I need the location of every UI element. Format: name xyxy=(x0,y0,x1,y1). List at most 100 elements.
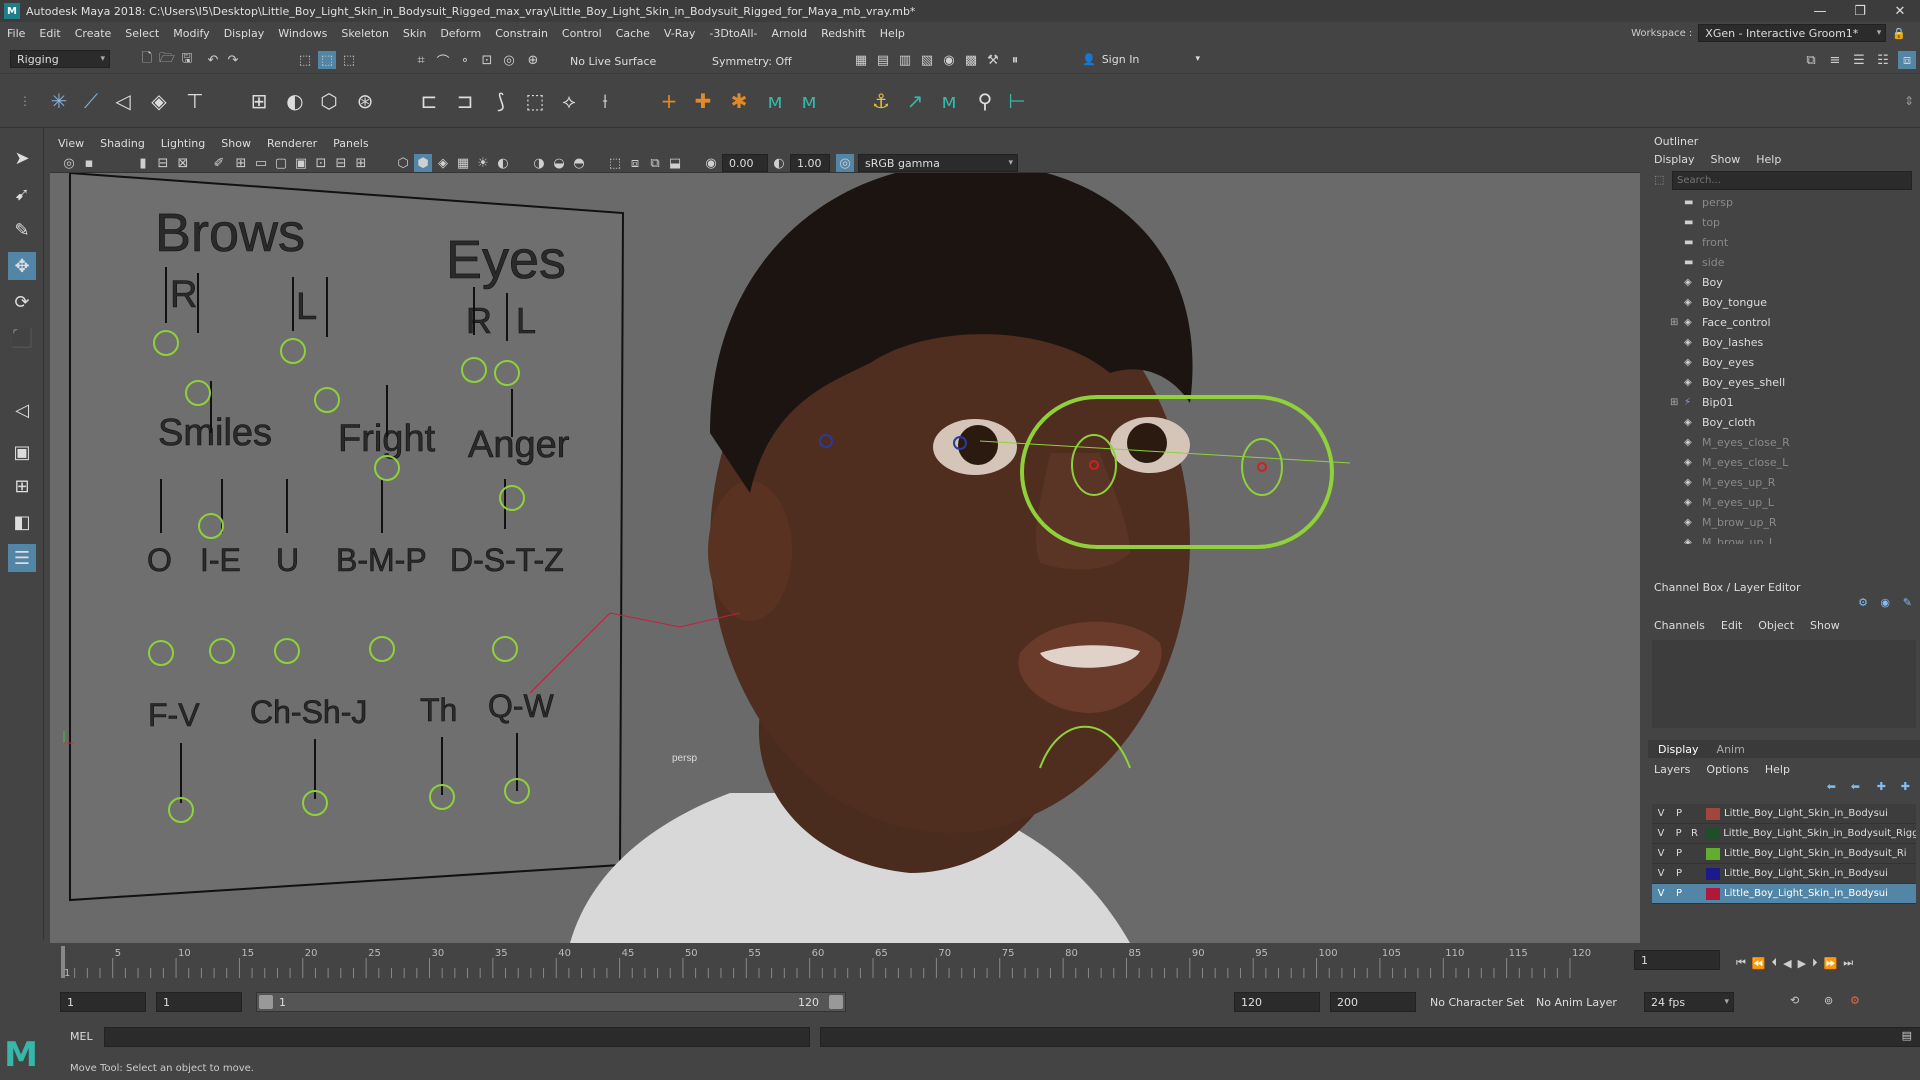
step-back-key-icon[interactable]: ⏪ xyxy=(1752,957,1766,970)
menu-redshift[interactable]: Redshift xyxy=(814,27,873,40)
expand-icon[interactable]: ⊞ xyxy=(1670,397,1678,408)
color-management-icon[interactable]: ◎ xyxy=(836,154,854,172)
outliner-item[interactable]: ◈ Boy_tongue xyxy=(1648,292,1920,312)
layer-visibility-toggle[interactable]: V xyxy=(1652,828,1670,839)
layer-tab-display[interactable]: Display xyxy=(1658,743,1699,756)
bookmark-icon[interactable]: ▮ xyxy=(134,154,152,172)
new-layer-selected-icon[interactable]: ✚ xyxy=(1901,780,1910,793)
grid-icon[interactable]: ⊞ xyxy=(232,154,250,172)
channel-box-icon-b[interactable]: ◉ xyxy=(1880,596,1890,609)
lattice-icon[interactable]: ✚ xyxy=(690,88,716,114)
motion-blur-icon[interactable]: ◒ xyxy=(550,154,568,172)
time-slider[interactable]: 1 5 10 15 20 25 30 35 40 45 50 55 60 65 70 75 80 85 90 95 10… xyxy=(50,944,1720,980)
wire-on-shaded-icon[interactable]: ◈ xyxy=(434,154,452,172)
animation-end-field[interactable]: 200 xyxy=(1330,992,1416,1012)
menu-arnold[interactable]: Arnold xyxy=(765,27,815,40)
layer-visibility-toggle[interactable]: V xyxy=(1652,848,1670,859)
film-gate-icon[interactable]: ▭ xyxy=(252,154,270,172)
command-input[interactable] xyxy=(104,1027,810,1047)
menu-set-dropdown[interactable]: Rigging xyxy=(10,50,110,68)
mirror-weights-icon[interactable]: ⊛ xyxy=(352,88,378,114)
playback-end-field[interactable]: 120 xyxy=(1234,992,1320,1012)
outliner-item[interactable]: ▬ front xyxy=(1648,232,1920,252)
menu-modify[interactable]: Modify xyxy=(166,27,216,40)
locator-icon[interactable]: ⚓ xyxy=(868,88,894,114)
2d-pan-icon[interactable]: ⊠ xyxy=(174,154,192,172)
layer-color-swatch[interactable] xyxy=(1706,887,1720,900)
menu-deform[interactable]: Deform xyxy=(433,27,488,40)
point-constraint-icon[interactable]: ⊏ xyxy=(416,88,442,114)
layer-row[interactable]: V P Little_Boy_Light_Skin_in_Bodysui xyxy=(1652,864,1916,884)
select-component-icon[interactable]: ⬚ xyxy=(340,51,358,69)
render-view-icon[interactable]: ▩ xyxy=(962,51,980,69)
exposure-field[interactable]: 0.00 xyxy=(722,154,768,172)
outliner-menu-help[interactable]: Help xyxy=(1756,153,1781,166)
select-joint-icon[interactable]: ⚲ xyxy=(972,88,998,114)
eye-l-aim-control[interactable] xyxy=(1241,438,1283,496)
outliner-item[interactable]: ◈ Boy_eyes xyxy=(1648,352,1920,372)
sign-in-button[interactable]: 👤 Sign In ▾ xyxy=(1082,50,1200,68)
go-to-start-icon[interactable]: ⏮ xyxy=(1736,956,1746,970)
parent-constraint-icon[interactable]: ⟡ xyxy=(556,88,582,114)
layer-reference-toggle[interactable]: R xyxy=(1688,828,1702,839)
layer-row[interactable]: V P Little_Boy_Light_Skin_in_Bodysuit_Ri xyxy=(1652,844,1916,864)
step-forward-key-icon[interactable]: ⏩ xyxy=(1824,957,1838,970)
snap-grid-icon[interactable]: ⌗ xyxy=(412,51,430,69)
pause-render-icon[interactable]: ⏸ xyxy=(1006,51,1024,69)
loop-icon[interactable]: ⟲ xyxy=(1790,994,1799,1007)
hik-icon[interactable]: ⊢ xyxy=(1004,88,1030,114)
outliner-item[interactable]: ⊞ ⚡ Bip01 xyxy=(1648,392,1920,412)
blend-shape-icon[interactable]: ᴍ xyxy=(762,88,788,114)
vp-menu-renderer[interactable]: Renderer xyxy=(259,137,325,150)
create-joint-icon[interactable]: ✳ xyxy=(46,88,72,114)
mirror-joint-icon[interactable]: ◈ xyxy=(146,88,172,114)
layer-playback-toggle[interactable]: P xyxy=(1670,848,1688,859)
range-end-handle[interactable] xyxy=(829,995,843,1009)
safe-action-icon[interactable]: ⊟ xyxy=(332,154,350,172)
layers-menu[interactable]: Layers xyxy=(1654,763,1690,776)
character-model[interactable] xyxy=(570,173,1193,943)
playback-start-field[interactable]: 1 xyxy=(156,992,242,1012)
menu-help[interactable]: Help xyxy=(873,27,912,40)
lock-icon[interactable]: 🔒 xyxy=(1892,27,1906,40)
outliner-filter-icon[interactable]: ⬚ xyxy=(1654,173,1664,186)
move-layer-down-icon[interactable]: ⬅ xyxy=(1851,780,1860,793)
menu-display[interactable]: Display xyxy=(217,27,272,40)
layer-row[interactable]: V P Little_Boy_Light_Skin_in_Bodysui xyxy=(1652,884,1916,904)
fps-dropdown[interactable]: 24 fps xyxy=(1644,992,1734,1012)
animation-start-field[interactable]: 1 xyxy=(60,992,146,1012)
vp-menu-shading[interactable]: Shading xyxy=(92,137,153,150)
character-set-dropdown[interactable]: No Character Set xyxy=(1430,996,1524,1009)
go-to-end-icon[interactable]: ⏭ xyxy=(1843,956,1853,970)
vp-menu-view[interactable]: View xyxy=(50,137,92,150)
layer-tab-anim[interactable]: Anim xyxy=(1717,743,1745,756)
shelf-scroll-icon[interactable]: ⇕ xyxy=(1896,88,1920,114)
channel-box-icon[interactable]: ☷ xyxy=(1874,51,1892,69)
outliner-item[interactable]: ◈ M_brow_up_R xyxy=(1648,512,1920,532)
layer-visibility-toggle[interactable]: V xyxy=(1652,808,1670,819)
snap-pivot-icon[interactable]: ⊕ xyxy=(524,51,542,69)
minimize-button[interactable]: — xyxy=(1800,0,1840,22)
menu-skin[interactable]: Skin xyxy=(396,27,433,40)
range-start-handle[interactable] xyxy=(259,995,273,1009)
play-backward-icon[interactable]: ◀ xyxy=(1783,957,1791,970)
smooth-bind-icon[interactable]: ◐ xyxy=(282,88,308,114)
outliner-item[interactable]: ▬ top xyxy=(1648,212,1920,232)
snap-curve-icon[interactable]: ⌒ xyxy=(434,51,452,70)
menu-vray[interactable]: V-Ray xyxy=(657,27,703,40)
scale-constraint-icon[interactable]: ⬚ xyxy=(522,88,548,114)
layer-visibility-toggle[interactable]: V xyxy=(1652,868,1670,879)
outliner-item[interactable]: ◈ M_brow_up_L xyxy=(1648,532,1920,545)
maximize-button[interactable]: ❐ xyxy=(1840,0,1880,22)
snap-view-icon[interactable]: ⊡ xyxy=(478,51,496,69)
aim-constraint-icon[interactable]: ⊐ xyxy=(452,88,478,114)
orient-constraint-icon[interactable]: ⟆ xyxy=(488,88,514,114)
layout-icon[interactable]: ☰ xyxy=(8,544,36,572)
gamma-icon[interactable]: ◐ xyxy=(770,154,788,172)
ik-handle-icon[interactable]: ⟋ xyxy=(78,88,104,114)
channels-object-menu[interactable]: Object xyxy=(1758,619,1794,632)
select-tool-icon[interactable]: ➤ xyxy=(8,144,36,172)
outliner-item[interactable]: ◈ Boy xyxy=(1648,272,1920,292)
render-current-icon[interactable]: ▦ xyxy=(852,51,870,69)
layer-playback-toggle[interactable]: P xyxy=(1670,808,1688,819)
